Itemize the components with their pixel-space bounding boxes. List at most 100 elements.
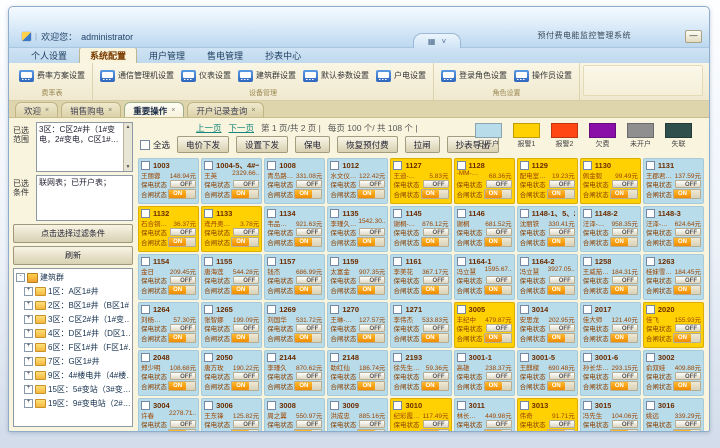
tree-item[interactable]: + 2区：B区1#井（B区1#… bbox=[24, 300, 130, 311]
switch-status-toggle[interactable]: ON bbox=[547, 237, 575, 247]
switch-status-toggle[interactable]: ON bbox=[484, 429, 512, 431]
close-icon[interactable]: × bbox=[171, 107, 175, 114]
switch-status-toggle[interactable]: ON bbox=[547, 429, 575, 431]
switch-status-toggle[interactable]: ON bbox=[547, 333, 575, 343]
expand-icon[interactable]: + bbox=[24, 343, 33, 352]
meter-checkbox[interactable] bbox=[646, 161, 655, 170]
switch-status-toggle[interactable]: ON bbox=[484, 381, 512, 391]
protect-status-toggle[interactable]: OFF bbox=[233, 228, 259, 236]
tree-item[interactable]: + 6区：F区1#井（F区1#… bbox=[24, 342, 130, 353]
protect-status-toggle[interactable]: OFF bbox=[423, 324, 449, 332]
switch-status-toggle[interactable]: ON bbox=[421, 237, 449, 247]
expand-icon[interactable]: + bbox=[24, 385, 33, 394]
meter-checkbox[interactable] bbox=[646, 305, 655, 314]
switch-status-toggle[interactable]: ON bbox=[610, 237, 638, 247]
switch-status-toggle[interactable]: ON bbox=[610, 189, 638, 199]
protect-status-toggle[interactable]: OFF bbox=[359, 420, 385, 428]
selected-scope-box[interactable]: 3区：C区2#井（1#变电，2#变电，C区1#… ▲ ▼ bbox=[36, 122, 133, 172]
meter-card[interactable]: 3009 洪成忠 885.16元 保电状态 OFF 合闸状态 bbox=[327, 398, 388, 431]
meter-card[interactable]: 1269 刘国华 531.72元 保电状态 OFF 合闸状态 bbox=[264, 302, 325, 348]
meter-card[interactable]: 3001-5 王麒樑 690.48元 保电状态 OFF 合闸 bbox=[517, 350, 578, 396]
tree-item[interactable]: + 4区：D区1#井（D区1… bbox=[24, 328, 130, 339]
ribbon-button[interactable]: 通信管理机设置 bbox=[98, 68, 176, 84]
action-button[interactable]: 保电 bbox=[295, 136, 330, 153]
menu-tab[interactable]: 个人设置 bbox=[21, 48, 77, 63]
protect-status-toggle[interactable]: OFF bbox=[486, 324, 512, 332]
meter-card[interactable]: 1148-2 汪泽-… 958.35元 保电状态 OFF 合 bbox=[580, 206, 641, 252]
switch-status-toggle[interactable]: ON bbox=[231, 285, 259, 295]
protect-status-toggle[interactable]: OFF bbox=[675, 276, 701, 284]
protect-status-toggle[interactable]: OFF bbox=[423, 228, 449, 236]
switch-status-toggle[interactable]: ON bbox=[484, 189, 512, 199]
switch-status-toggle[interactable]: ON bbox=[484, 333, 512, 343]
meter-checkbox[interactable] bbox=[204, 257, 213, 266]
protect-status-toggle[interactable]: OFF bbox=[423, 372, 449, 380]
protect-status-toggle[interactable]: OFF bbox=[675, 372, 701, 380]
meter-checkbox[interactable] bbox=[267, 209, 276, 218]
switch-status-toggle[interactable]: ON bbox=[610, 285, 638, 295]
meter-card[interactable]: 3008 周之翼 550.97元 保电状态 OFF 合闸状态 bbox=[264, 398, 325, 431]
minimize-button[interactable]: — bbox=[685, 30, 702, 43]
meter-checkbox[interactable] bbox=[330, 305, 339, 314]
switch-status-toggle[interactable]: ON bbox=[421, 285, 449, 295]
meter-checkbox[interactable] bbox=[204, 209, 213, 218]
protect-status-toggle[interactable]: OFF bbox=[359, 228, 385, 236]
protect-status-toggle[interactable]: OFF bbox=[233, 420, 259, 428]
tree-item[interactable]: + 19区：9#变电站（2#… bbox=[24, 398, 130, 409]
meter-card[interactable]: 1127 王迪-… 5.83元 保电状态 OFF 合闸状态 bbox=[390, 158, 451, 204]
scroll-down-icon[interactable]: ▼ bbox=[126, 164, 131, 171]
meter-checkbox[interactable] bbox=[457, 257, 466, 266]
meter-card[interactable]: 3001-1 高雄 238.37元 保电状态 OFF 合闸状 bbox=[454, 350, 515, 396]
switch-status-toggle[interactable]: ON bbox=[357, 189, 385, 199]
meter-card[interactable]: 1129 配电室… 19.23元 保电状态 OFF 合闸状态 bbox=[517, 158, 578, 204]
switch-status-toggle[interactable]: ON bbox=[357, 285, 385, 295]
meter-checkbox[interactable] bbox=[330, 257, 339, 266]
meter-card[interactable]: 3004 许春 2278.71.. 保电状态 OFF 合闸状 bbox=[138, 398, 199, 431]
meter-checkbox[interactable] bbox=[646, 209, 655, 218]
meter-card[interactable]: 1265 张智娜 199.09元 保电状态 OFF 合闸状态 bbox=[201, 302, 262, 348]
meter-checkbox[interactable] bbox=[393, 161, 402, 170]
select-all-checkbox[interactable] bbox=[140, 140, 150, 150]
ribbon-button[interactable]: 建筑群设置 bbox=[236, 68, 298, 84]
switch-status-toggle[interactable]: ON bbox=[168, 381, 196, 391]
protect-status-toggle[interactable]: OFF bbox=[486, 372, 512, 380]
protect-status-toggle[interactable]: OFF bbox=[170, 276, 196, 284]
meter-card[interactable]: 3011 林长… 449.98元 保电状态 OFF 合闸状态 bbox=[454, 398, 515, 431]
switch-status-toggle[interactable]: ON bbox=[168, 333, 196, 343]
tree-item[interactable]: + 15区：5#变站（3#变… bbox=[24, 384, 130, 395]
switch-status-toggle[interactable]: ON bbox=[547, 285, 575, 295]
protect-status-toggle[interactable]: OFF bbox=[296, 420, 322, 428]
protect-status-toggle[interactable]: OFF bbox=[675, 324, 701, 332]
protect-status-toggle[interactable]: OFF bbox=[233, 180, 259, 188]
meter-card[interactable]: 1146 谢桐 681.52元 保电状态 OFF 合闸状态 bbox=[454, 206, 515, 252]
expand-icon[interactable]: + bbox=[24, 287, 33, 296]
selected-condition-box[interactable]: 联网表；已开户表； bbox=[36, 175, 133, 221]
refresh-button[interactable]: 刷新 bbox=[13, 246, 133, 265]
protect-status-toggle[interactable]: OFF bbox=[296, 228, 322, 236]
menu-tab[interactable]: 系统配置 bbox=[79, 47, 137, 63]
ribbon-button[interactable]: 费率方案设置 bbox=[17, 68, 87, 84]
protect-status-toggle[interactable]: OFF bbox=[675, 180, 701, 188]
switch-status-toggle[interactable]: ON bbox=[294, 333, 322, 343]
meter-card[interactable]: 2148 助红仙 186.74元 保电状态 OFF 合闸状态 bbox=[327, 350, 388, 396]
meter-checkbox[interactable] bbox=[583, 209, 592, 218]
meter-card[interactable]: 3015 冯先生 104.06元 保电状态 OFF 合闸状态 bbox=[580, 398, 641, 431]
document-tab[interactable]: 销售购电 × bbox=[61, 102, 121, 117]
menu-tab[interactable]: 用户管理 bbox=[139, 48, 195, 63]
expand-icon[interactable]: + bbox=[24, 371, 33, 380]
meter-checkbox[interactable] bbox=[646, 257, 655, 266]
document-tab[interactable]: 开户记录查询 × bbox=[187, 102, 264, 117]
meter-card[interactable]: 1164-2 冯立慧 3927.05.. 保电状态 OFF bbox=[517, 254, 578, 300]
protect-status-toggle[interactable]: OFF bbox=[296, 372, 322, 380]
protect-status-toggle[interactable]: OFF bbox=[296, 180, 322, 188]
meter-card[interactable]: 1148-1、5、22 沈丽铁 330.41元 保电状态 OFF bbox=[517, 206, 578, 252]
protect-status-toggle[interactable]: OFF bbox=[233, 372, 259, 380]
meter-checkbox[interactable] bbox=[520, 401, 529, 410]
meter-card[interactable]: 1003 王丽蓉 148.94元 保电状态 OFF 合闸状态 bbox=[138, 158, 199, 204]
meter-checkbox[interactable] bbox=[583, 305, 592, 314]
switch-status-toggle[interactable]: ON bbox=[673, 237, 701, 247]
meter-card[interactable]: 2048 郑少明 108.68元 保电状态 OFF 合闸状态 bbox=[138, 350, 199, 396]
meter-checkbox[interactable] bbox=[393, 257, 402, 266]
meter-card[interactable]: 1164-1 冯立慧 1595.67.. 保电状态 OFF bbox=[454, 254, 515, 300]
meter-card[interactable]: 1148-3 汪泽-… 624.64元 保电状态 OFF 合 bbox=[643, 206, 704, 252]
